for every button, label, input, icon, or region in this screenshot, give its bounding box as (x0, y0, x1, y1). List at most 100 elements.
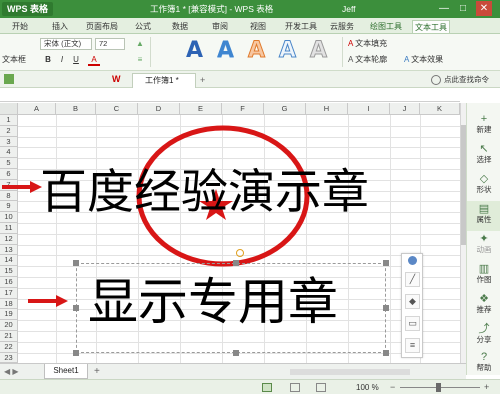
user-account[interactable]: Jeff (342, 2, 356, 16)
find-command-box[interactable]: 点此查找命令 (444, 74, 489, 86)
tab-drawing-tools[interactable]: 绘图工具 (368, 20, 404, 33)
column-header[interactable]: F (222, 103, 264, 115)
page-layout-icon[interactable] (290, 383, 300, 392)
side-chart-button[interactable]: ▥ 作图 (467, 261, 500, 291)
underline-button[interactable]: U (70, 54, 82, 66)
column-header[interactable]: E (180, 103, 222, 115)
document-tab[interactable]: 工作簿1 * (132, 73, 196, 88)
fill-color-icon[interactable]: ◆ (405, 294, 420, 309)
row-header[interactable]: 16 (0, 277, 18, 288)
resize-handle[interactable] (383, 350, 389, 356)
zoom-in-icon[interactable]: + (484, 381, 489, 394)
resize-handle[interactable] (73, 350, 79, 356)
more-icon[interactable]: ≡ (405, 338, 420, 353)
column-header[interactable]: I (348, 103, 390, 115)
column-header[interactable]: K (420, 103, 460, 115)
bold-button[interactable]: B (42, 54, 54, 66)
tab-formulas[interactable]: 公式 (133, 20, 153, 33)
resize-handle[interactable] (233, 260, 239, 266)
minimize-button[interactable]: — (436, 1, 452, 16)
tab-view[interactable]: 视图 (248, 20, 268, 33)
wordart-style-gray-outline[interactable]: A (305, 37, 332, 65)
row-header[interactable]: 3 (0, 136, 18, 148)
app-menu-button[interactable]: WPS 表格 (2, 2, 54, 16)
add-sheet-button[interactable]: + (94, 365, 100, 378)
tab-cloud[interactable]: 云服务 (328, 20, 356, 33)
textbox-button[interactable]: 文本框 (2, 54, 38, 66)
side-recommend-button[interactable]: ❖ 推荐 (467, 291, 500, 321)
wps-w-icon[interactable]: W (112, 74, 124, 84)
horizontal-scrollbar[interactable] (290, 369, 410, 375)
tab-home[interactable]: 开始 (10, 20, 30, 33)
normal-view-icon[interactable] (262, 383, 272, 392)
tab-data[interactable]: 数据 (170, 20, 190, 33)
row-header[interactable]: 2 (0, 125, 18, 137)
row-header[interactable]: 21 (0, 331, 18, 342)
resize-handle[interactable] (383, 260, 389, 266)
spreadsheet-grid[interactable]: A B C D E F G H I J K 1 2 3 4 5 6 7 8 9 10 11 12 13 1… (0, 103, 460, 363)
row-header[interactable]: 10 (0, 212, 18, 223)
side-share-button[interactable]: ⤴ 分享 (467, 321, 500, 351)
maximize-button[interactable]: □ (455, 1, 471, 16)
stamp-text-line-2[interactable]: 显示专用章 (88, 277, 338, 327)
row-header[interactable]: 1 (0, 115, 18, 126)
row-header[interactable]: 12 (0, 233, 18, 245)
formula-bar[interactable] (0, 88, 460, 102)
edit-shape-icon[interactable]: ╱ (405, 272, 420, 287)
column-header[interactable]: J (390, 103, 420, 115)
column-header[interactable]: G (264, 103, 306, 115)
font-size-select[interactable]: 72 (95, 38, 125, 50)
row-header[interactable]: 4 (0, 147, 18, 159)
row-header[interactable]: 11 (0, 223, 18, 234)
stamp-text-line-1[interactable]: 百度经验演示章 (40, 169, 369, 216)
resize-handle[interactable] (73, 260, 79, 266)
wordart-style-blue-outline[interactable]: A (274, 37, 301, 65)
row-header[interactable]: 13 (0, 244, 18, 256)
zoom-slider-thumb[interactable] (436, 383, 441, 392)
select-all-corner[interactable] (0, 103, 18, 115)
tab-page-layout[interactable]: 页面布局 (84, 20, 120, 33)
side-shape-button[interactable]: ◇ 形状 (467, 171, 500, 201)
wordart-style-lightblue[interactable]: A (212, 37, 239, 65)
row-header[interactable]: 6 (0, 169, 18, 180)
tab-text-tools[interactable]: 文本工具 (412, 20, 450, 33)
resize-handle[interactable] (383, 305, 389, 311)
tab-insert[interactable]: 插入 (50, 20, 70, 33)
text-fill-button[interactable]: A 文本填充 (348, 38, 387, 50)
wordart-style-orange-outline[interactable]: A (243, 37, 270, 65)
row-header[interactable]: 18 (0, 298, 18, 310)
row-header[interactable]: 20 (0, 320, 18, 331)
row-header[interactable]: 9 (0, 201, 18, 213)
row-header[interactable]: 5 (0, 158, 18, 169)
text-outline-button[interactable]: A 文本轮廓 (348, 54, 387, 66)
sheet-tab[interactable]: Sheet1 (44, 364, 88, 379)
side-select-button[interactable]: ↖ 选择 (467, 141, 500, 171)
align-icon[interactable]: ≡ (134, 54, 146, 66)
side-animation-button[interactable]: ✦ 动画 (467, 231, 500, 261)
column-header[interactable]: B (56, 103, 96, 115)
outline-icon[interactable]: ▭ (405, 316, 420, 331)
sheet-nav-icon[interactable]: ◀ ▶ (4, 366, 19, 378)
column-header[interactable]: A (18, 103, 56, 115)
close-button[interactable]: ✕ (476, 1, 492, 16)
new-tab-icon[interactable]: + (200, 74, 205, 86)
row-header[interactable]: 19 (0, 309, 18, 321)
row-header[interactable]: 17 (0, 287, 18, 299)
grow-font-icon[interactable]: ▲ (134, 38, 146, 50)
column-header[interactable]: D (138, 103, 180, 115)
wordart-style-blue[interactable]: A (181, 37, 208, 65)
font-name-select[interactable]: 宋体 (正文) (40, 38, 92, 50)
column-header[interactable]: H (306, 103, 348, 115)
row-header[interactable]: 23 (0, 352, 18, 363)
row-header[interactable]: 14 (0, 255, 18, 267)
tab-review[interactable]: 审阅 (210, 20, 230, 33)
collapse-icon[interactable] (408, 256, 417, 265)
side-new-button[interactable]: + 新建 (467, 111, 500, 141)
zoom-out-icon[interactable]: − (390, 381, 395, 394)
font-color-button[interactable]: A (88, 54, 100, 66)
row-header[interactable]: 22 (0, 341, 18, 353)
column-header[interactable]: C (96, 103, 138, 115)
side-help-button[interactable]: ? 帮助 (467, 349, 500, 379)
row-header[interactable]: 15 (0, 266, 18, 277)
resize-handle[interactable] (73, 305, 79, 311)
